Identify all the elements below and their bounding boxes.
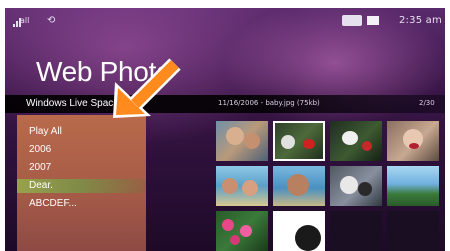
device-screen: all ⟲ 2:35 am Web Photo Windows Live Spa… <box>5 8 445 251</box>
orange-arrow-icon <box>113 58 181 118</box>
